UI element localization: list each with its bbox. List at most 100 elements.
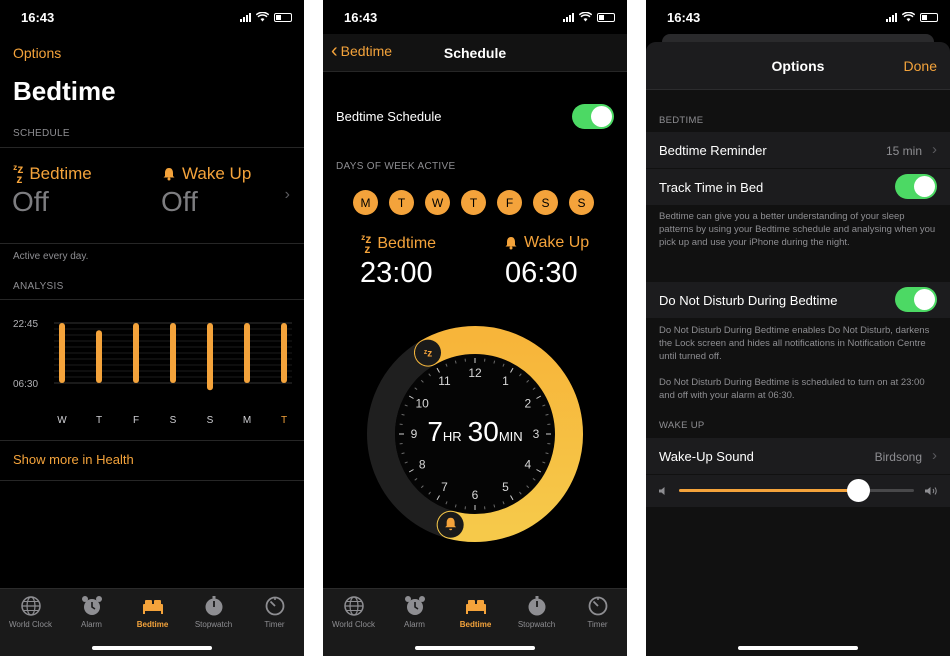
tab-bedtime[interactable]: Bedtime — [122, 595, 183, 629]
tab-bedtime[interactable]: Bedtime — [445, 595, 506, 629]
wakeup-value: Off — [161, 186, 198, 217]
sleep-bar — [59, 323, 65, 383]
bell-icon — [505, 237, 517, 250]
wakeup-label: Wake Up — [524, 234, 590, 251]
dnd-description-1: Do Not Disturb During Bedtime enables Do… — [659, 325, 930, 362]
track-label: Track Time in Bed — [659, 180, 764, 195]
track-description: Bedtime can give you a better understand… — [659, 211, 936, 248]
day-label: F — [133, 415, 139, 426]
home-indicator — [738, 646, 858, 650]
tab-stopwatch[interactable]: Stopwatch — [183, 595, 244, 629]
sleep-bar — [133, 323, 139, 383]
tab-label: Stopwatch — [517, 620, 556, 629]
dnd-toggle[interactable] — [895, 287, 937, 312]
day-toggle[interactable]: F — [497, 190, 522, 215]
signal-icon — [240, 12, 251, 22]
status-bar: 16:43 — [0, 0, 304, 34]
bedtime-time: 23:00 — [360, 257, 433, 289]
bedtime-reminder-row[interactable]: Bedtime Reminder 15 min › — [646, 132, 950, 168]
wakeup-section-header: WAKE UP — [659, 420, 705, 431]
timer-icon — [265, 596, 284, 616]
dnd-row: Do Not Disturb During Bedtime — [646, 282, 950, 318]
dnd-label: Do Not Disturb During Bedtime — [659, 293, 838, 308]
tab-world-clock[interactable]: World Clock — [0, 595, 61, 629]
sleep-bar — [170, 323, 176, 383]
bedtime-schedule-label: Bedtime Schedule — [336, 109, 442, 124]
sheet-header: Options Done — [646, 42, 950, 90]
volume-low-icon — [659, 487, 665, 495]
volume-slider[interactable] — [679, 479, 914, 502]
status-bar: 16:43 — [646, 0, 950, 34]
dial-number: 6 — [472, 488, 479, 502]
timer-icon — [588, 596, 607, 616]
status-time: 16:43 — [21, 10, 55, 25]
tab-label: Bedtime — [136, 620, 169, 629]
tab-alarm[interactable]: Alarm — [384, 595, 445, 629]
page-title: Bedtime — [13, 76, 116, 106]
active-text: Active every day. — [13, 251, 89, 262]
day-toggle[interactable]: S — [533, 190, 558, 215]
options-link[interactable]: Options — [13, 45, 61, 61]
schedule-header: SCHEDULE — [13, 128, 70, 139]
tab-label: Alarm — [81, 620, 102, 629]
reminder-value: 15 min — [885, 144, 922, 158]
wifi-icon — [902, 12, 915, 22]
tab-world-clock[interactable]: World Clock — [323, 595, 384, 629]
day-label: S — [207, 415, 214, 426]
bedtime-schedule-toggle[interactable] — [572, 104, 614, 129]
tab-stopwatch[interactable]: Stopwatch — [506, 595, 567, 629]
tab-alarm[interactable]: Alarm — [61, 595, 122, 629]
sleep-bar — [207, 323, 213, 391]
done-button[interactable]: Done — [904, 58, 937, 74]
volume-fill — [679, 489, 858, 492]
globe-icon — [343, 596, 364, 616]
toggle-knob — [591, 106, 612, 127]
options-screen: 16:43 Options Done BEDTIME Bedtime Remin… — [646, 0, 950, 656]
volume-high-icon — [925, 487, 937, 495]
volume-row — [646, 475, 950, 507]
dial-number: 1 — [502, 374, 509, 388]
y-label-bottom: 06:30 — [13, 379, 38, 390]
bedtime-overview-screen: 16:43 Options Bedtime SCHEDULE ᶻz z Bedt… — [0, 0, 304, 656]
days-of-week-selector: MTWTFSS — [353, 190, 594, 215]
toggle-knob — [914, 176, 935, 197]
wakeup-handle[interactable] — [437, 511, 464, 538]
track-time-row: Track Time in Bed — [646, 169, 950, 205]
volume-knob[interactable] — [846, 479, 870, 502]
reminder-label: Bedtime Reminder — [659, 143, 767, 158]
dial-number: 4 — [524, 458, 531, 472]
tab-timer[interactable]: Timer — [244, 595, 304, 629]
day-toggle[interactable]: T — [389, 190, 414, 215]
day-toggle[interactable]: S — [569, 190, 594, 215]
tab-label: World Clock — [9, 620, 52, 629]
dial-number: 8 — [419, 458, 426, 472]
bed-icon — [465, 600, 486, 614]
stopwatch-icon — [205, 596, 222, 616]
tab-label: Stopwatch — [194, 620, 233, 629]
sleep-bar — [244, 323, 250, 383]
day-toggle[interactable]: W — [425, 190, 450, 215]
home-indicator — [92, 646, 212, 650]
track-time-toggle[interactable] — [895, 174, 937, 199]
show-more-health-link[interactable]: Show more in Health — [13, 452, 134, 467]
day-toggle[interactable]: T — [461, 190, 486, 215]
home-indicator — [415, 646, 535, 650]
schedule-row[interactable]: ᶻz z Bedtime Off Wake Up Off › — [0, 148, 304, 242]
status-time: 16:43 — [344, 10, 378, 25]
wakeup-sound-row[interactable]: Wake-Up Sound Birdsong › — [646, 438, 950, 474]
tab-timer[interactable]: Timer — [567, 595, 627, 629]
bedtime-schedule-row: Bedtime Schedule — [323, 96, 627, 138]
day-toggle[interactable]: M — [353, 190, 378, 215]
y-label-top: 22:45 — [13, 319, 38, 330]
day-label: T — [281, 415, 287, 426]
globe-icon — [20, 596, 41, 616]
tab-label: Timer — [264, 620, 285, 629]
signal-icon — [563, 12, 574, 22]
navigation-bar: ‹ Bedtime Schedule — [323, 34, 627, 72]
status-time: 16:43 — [667, 10, 701, 25]
toggle-knob — [914, 289, 935, 310]
bed-icon — [142, 600, 163, 614]
days-header: DAYS OF WEEK ACTIVE — [336, 161, 456, 172]
bedtime-handle[interactable]: ᶻz — [415, 339, 441, 366]
wakeup-time: 06:30 — [505, 257, 578, 289]
